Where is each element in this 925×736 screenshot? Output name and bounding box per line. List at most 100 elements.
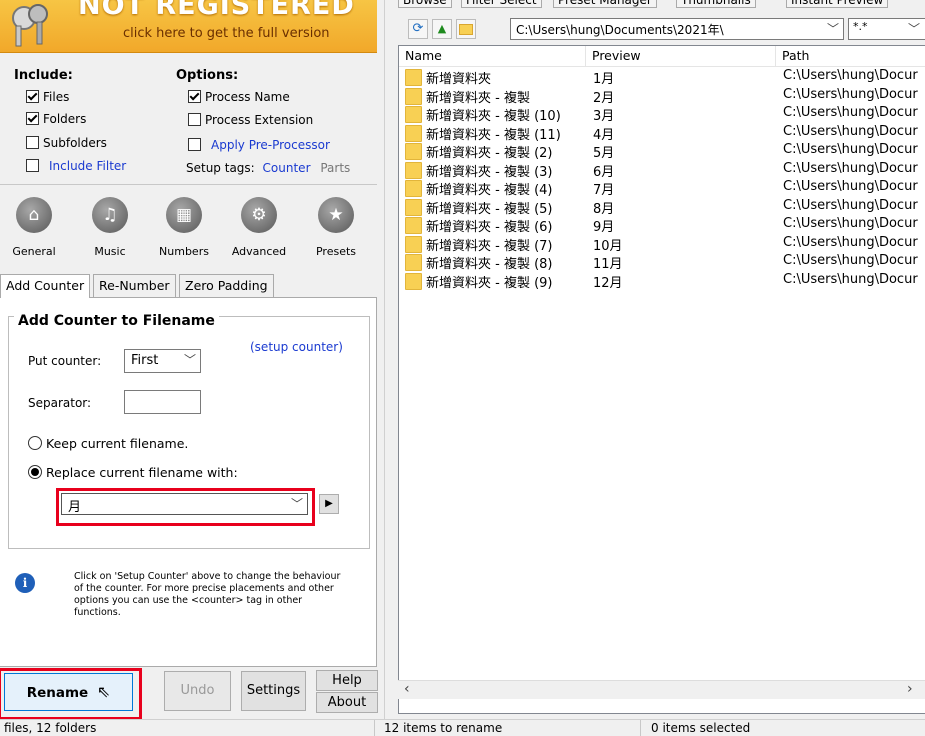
table-row[interactable]: 新增資料夾 - 複製 (10) 3月 C:\Users\hung\Docur [399,104,925,124]
column-header-preview[interactable]: Preview [586,46,776,67]
checkbox-box[interactable] [188,113,201,126]
filter-value: *.* [853,20,868,33]
include-filter-checkbox[interactable]: Include Filter [26,159,126,173]
file-list[interactable]: Name Preview Path 新增資料夾 1月 C:\Users\hung\D… [398,45,925,714]
tab-zero-padding[interactable]: Zero Padding [179,274,274,297]
filter-combo[interactable]: *.* ﹀ [848,18,925,40]
file-preview: 6月 [593,164,615,180]
music-icon[interactable]: ♫ [92,197,128,233]
file-name: 新增資料夾 - 複製 [426,90,530,106]
table-row[interactable]: 新增資料夾 - 複製 (11) 4月 C:\Users\hung\Docur [399,123,925,143]
radio-circle[interactable] [28,465,42,479]
tab-re-number[interactable]: Re-Number [93,274,176,297]
file-preview: 4月 [593,127,615,143]
file-preview: 11月 [593,257,623,272]
gear-icon[interactable]: ⚙ [241,197,277,233]
tab-filter-select[interactable]: Filter Select [461,0,542,8]
scroll-right-icon[interactable]: › [907,681,913,697]
put-counter-value: First [131,353,159,368]
path-combo[interactable]: C:\Users\hung\Documents\2021年\ ﹀ [510,18,844,40]
table-row[interactable]: 新增資料夾 - 複製 2月 C:\Users\hung\Docur [399,86,925,106]
folder-icon [405,272,422,290]
folder-icon [405,217,422,234]
file-name: 新增資料夾 - 複製 (5) [426,201,553,217]
info-icon: i [15,573,35,593]
refresh-icon[interactable]: ⟳ [408,19,428,39]
calculator-icon[interactable]: ▦ [166,197,202,233]
tab-thumbnails[interactable]: Thumbnails [676,0,756,8]
scroll-left-icon[interactable]: ‹ [404,681,410,697]
new-folder-icon[interactable] [456,19,476,39]
registration-banner[interactable]: NOT REGISTERED click here to get the ful… [0,0,377,53]
process-extension-checkbox[interactable]: Process Extension [188,113,313,127]
file-path: C:\Users\hung\Docur [783,123,918,139]
replace-with-combo[interactable]: 月 ﹀ [61,493,308,515]
checkbox-box[interactable] [188,90,201,103]
column-header-path[interactable]: Path [776,46,925,67]
keep-filename-radio[interactable]: Keep current filename. [28,436,188,451]
include-filter-link[interactable]: Include Filter [49,159,126,173]
put-counter-select[interactable]: First ﹀ [124,349,201,373]
file-path: C:\Users\hung\Docur [783,68,918,83]
folder-icon [405,87,422,105]
process-name-label: Process Name [205,90,290,104]
file-path: C:\Users\hung\Docur [783,197,918,213]
checkbox-box[interactable] [26,112,39,125]
checkbox-box[interactable] [188,138,201,151]
apply-preprocessor-checkbox[interactable]: Apply Pre-Processor [188,138,330,152]
checkbox-box[interactable] [26,159,39,172]
tab-add-counter[interactable]: Add Counter [0,274,91,298]
table-row[interactable]: 新增資料夾 - 複製 (5) 8月 C:\Users\hung\Docur [399,197,925,217]
get-full-version-link[interactable]: click here to get the full version [123,26,330,41]
chevron-down-icon: ﹀ [290,497,303,511]
include-folders-checkbox[interactable]: Folders [26,112,86,126]
star-icon[interactable]: ★ [318,197,354,233]
category-music-label: Music [94,245,126,258]
status-divider [640,720,641,736]
table-row[interactable]: 新增資料夾 - 複製 (2) 5月 C:\Users\hung\Docur [399,141,925,161]
replace-filename-label: Replace current filename with: [46,465,238,480]
setup-tags-parts-link[interactable]: Parts [320,161,350,175]
settings-button[interactable]: Settings [241,671,306,711]
apply-preprocessor-link[interactable]: Apply Pre-Processor [211,138,330,152]
column-header-name[interactable]: Name [399,46,586,67]
table-row[interactable]: 新增資料夾 1月 C:\Users\hung\Docur [399,67,925,87]
tab-instant-preview[interactable]: Instant Preview [786,0,889,8]
replace-filename-radio[interactable]: Replace current filename with: [28,465,238,480]
include-files-checkbox[interactable]: Files [26,90,69,104]
undo-button[interactable]: Undo [164,671,231,711]
table-row[interactable]: 新增資料夾 - 複製 (7) 10月 C:\Users\hung\Docur [399,234,925,254]
separator-input[interactable] [124,390,201,414]
tab-browse[interactable]: Browse [398,0,452,8]
home-icon[interactable]: ⌂ [16,197,52,233]
rename-button[interactable]: Rename ⇖ [4,673,133,711]
file-preview: 5月 [593,146,615,161]
setup-counter-link[interactable]: (setup counter) [250,340,343,354]
include-subfolders-checkbox[interactable]: Subfolders [26,136,107,150]
table-row[interactable]: 新增資料夾 - 複製 (4) 7月 C:\Users\hung\Docur [399,178,925,198]
about-button[interactable]: About [316,692,378,713]
table-row[interactable]: 新增資料夾 - 複製 (8) 11月 C:\Users\hung\Docur [399,252,925,272]
file-preview: 12月 [593,275,623,291]
folder-up-icon[interactable]: ▲ [432,19,452,39]
setup-tags-counter-link[interactable]: Counter [263,161,311,175]
checkbox-box[interactable] [26,90,39,103]
status-bar: files, 12 folders 12 items to rename 0 i… [0,719,925,736]
table-row[interactable]: 新增資料夾 - 複製 (3) 6月 C:\Users\hung\Docur [399,160,925,180]
checkbox-box[interactable] [26,136,39,149]
help-button[interactable]: Help [316,670,378,691]
panel-splitter[interactable] [384,0,385,719]
table-row[interactable]: 新增資料夾 - 複製 (9) 12月 C:\Users\hung\Docur [399,271,925,291]
file-name: 新增資料夾 - 複製 (8) [426,257,553,272]
file-path: C:\Users\hung\Docur [783,160,918,176]
horizontal-scrollbar[interactable]: ‹ › [398,680,925,699]
radio-circle[interactable] [28,436,42,450]
insert-tag-button[interactable]: ▶ [319,494,339,514]
process-name-checkbox[interactable]: Process Name [188,90,290,104]
file-path: C:\Users\hung\Docur [783,179,918,194]
process-extension-label: Process Extension [205,113,314,127]
tab-preset-manager[interactable]: Preset Manager [553,0,657,8]
chevron-down-icon: ﹀ [183,353,196,367]
group-title: Add Counter to Filename [14,313,219,329]
table-row[interactable]: 新增資料夾 - 複製 (6) 9月 C:\Users\hung\Docur [399,215,925,235]
